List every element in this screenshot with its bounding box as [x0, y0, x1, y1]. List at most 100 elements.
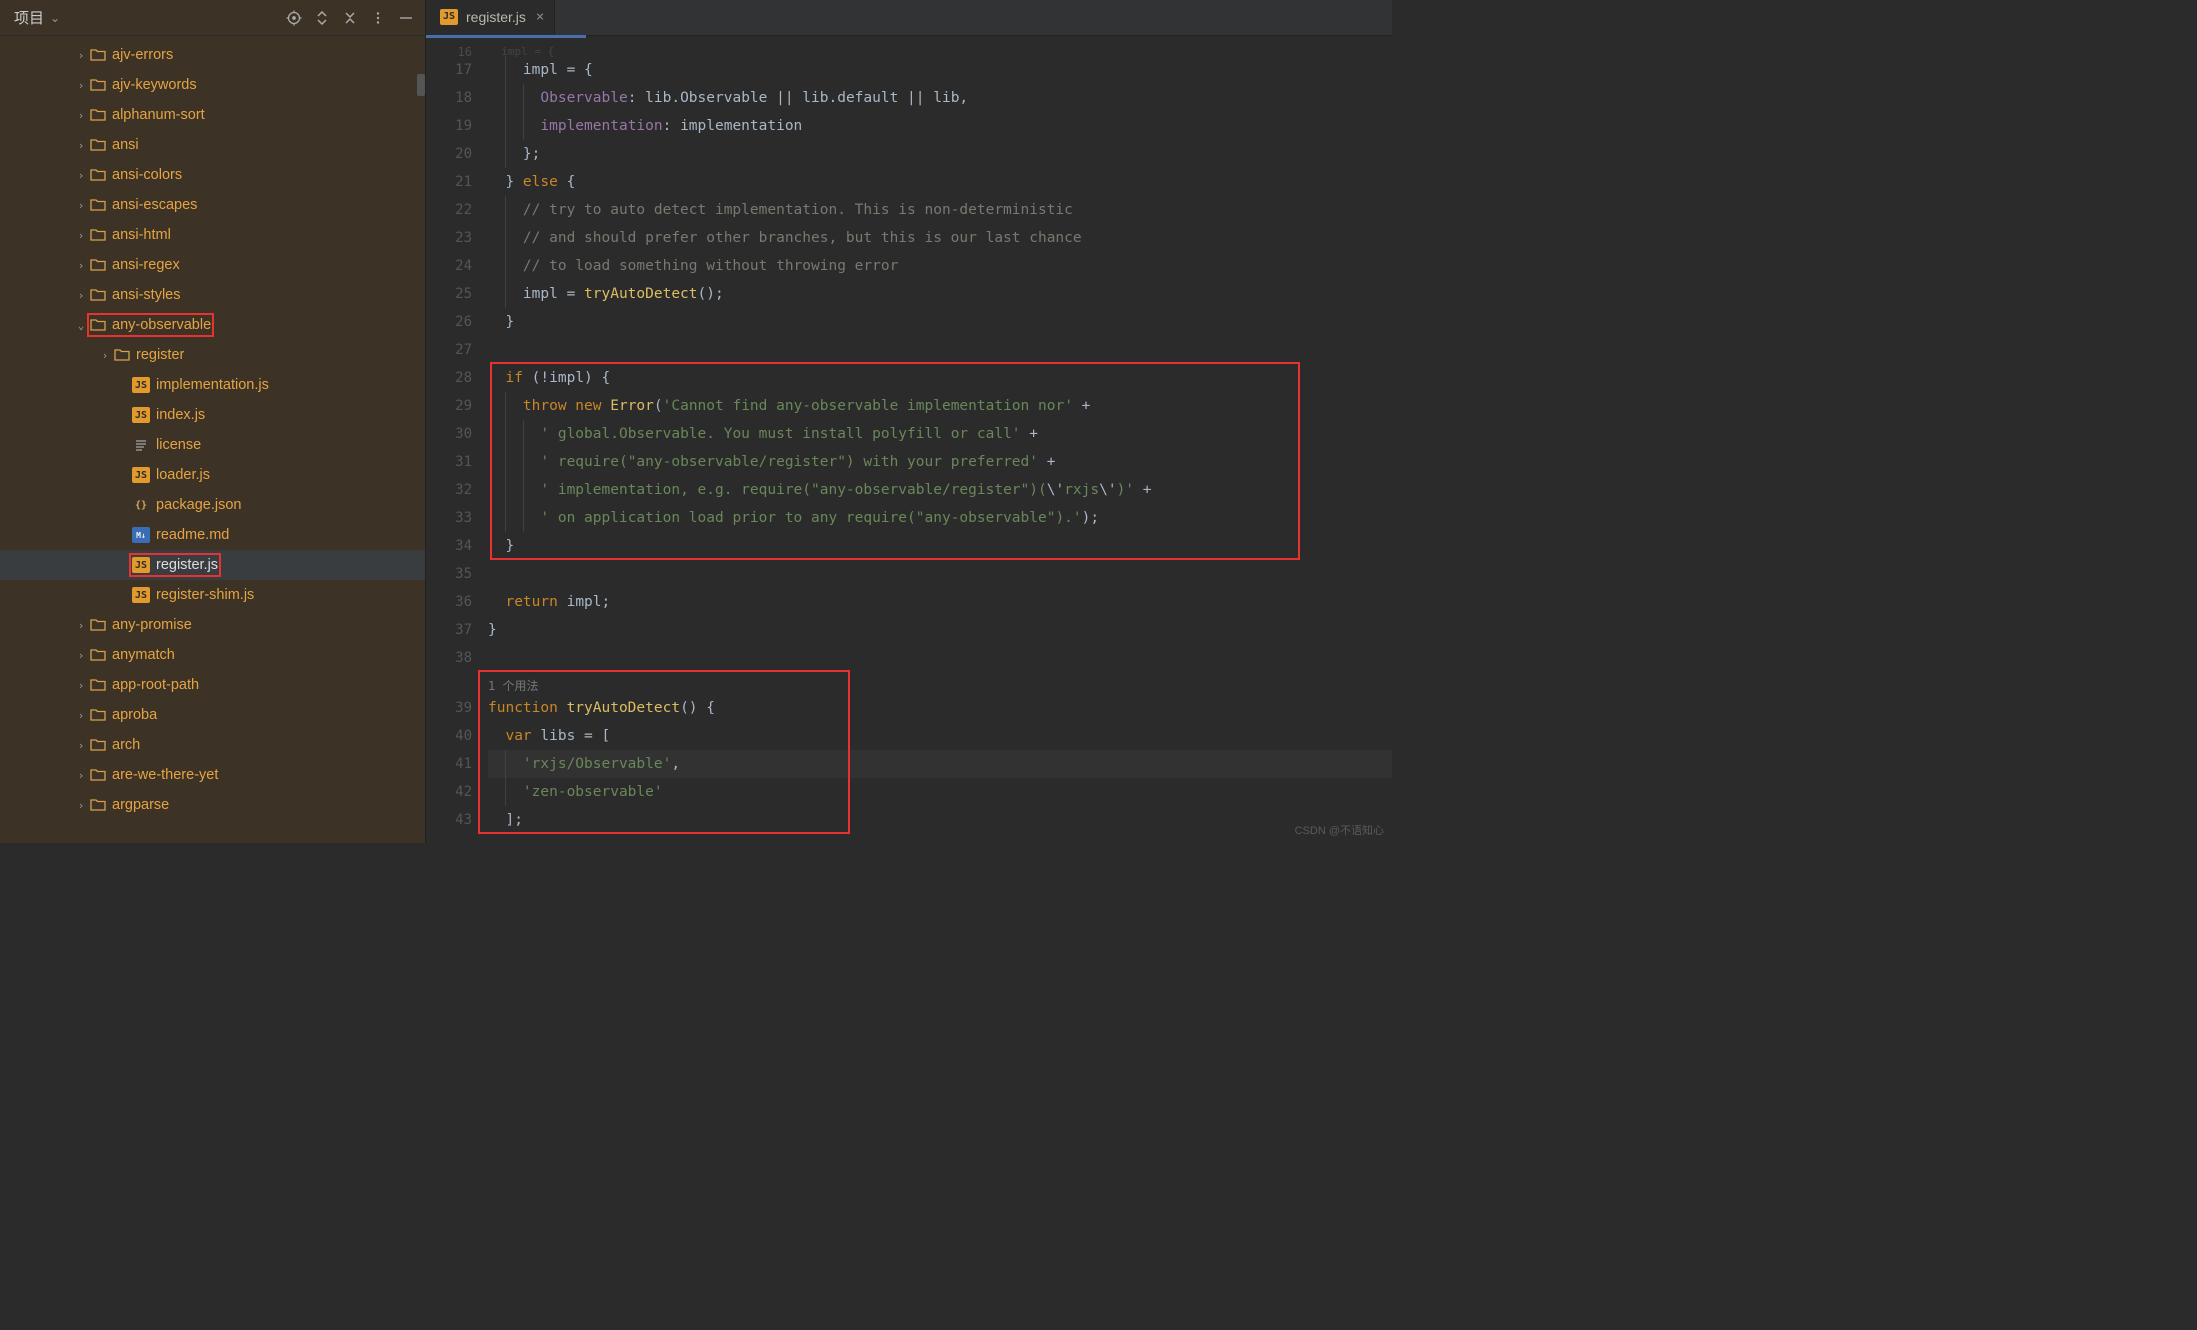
- markdown-file-icon: M↓: [132, 527, 150, 543]
- tab-bar: JS register.js ×: [426, 0, 1392, 36]
- folder-any-promise[interactable]: › any-promise: [0, 610, 425, 640]
- tree-item-label: implementation.js: [156, 377, 269, 393]
- code-line: throw new Error('Cannot find any-observa…: [488, 392, 1392, 420]
- folder-any-observable[interactable]: ⌄ any-observable: [0, 310, 425, 340]
- code-line: [488, 336, 1392, 364]
- folder-register[interactable]: › register: [0, 340, 425, 370]
- editor-body[interactable]: 1617181920212223242526272829303132333435…: [426, 36, 1392, 843]
- collapse-icon[interactable]: [339, 7, 361, 29]
- folder-icon: [90, 48, 106, 62]
- folder-ajv-errors[interactable]: › ajv-errors: [0, 40, 425, 70]
- folder-ansi-regex[interactable]: › ansi-regex: [0, 250, 425, 280]
- chevron-right-icon[interactable]: ›: [74, 649, 88, 662]
- line-number-gutter: 1617181920212223242526272829303132333435…: [426, 36, 482, 843]
- file-register-shim.js[interactable]: JSregister-shim.js: [0, 580, 425, 610]
- chevron-right-icon[interactable]: ›: [74, 709, 88, 722]
- line-number: 23: [426, 224, 472, 252]
- chevron-right-icon[interactable]: ›: [74, 199, 88, 212]
- tree-item-label: register-shim.js: [156, 587, 254, 603]
- code-line: };: [488, 140, 1392, 168]
- close-icon[interactable]: ×: [536, 9, 544, 25]
- chevron-right-icon[interactable]: ›: [74, 139, 88, 152]
- target-icon[interactable]: [283, 7, 305, 29]
- tree-item-label: ansi-escapes: [112, 197, 197, 213]
- line-number: 37: [426, 616, 472, 644]
- folder-ajv-keywords[interactable]: › ajv-keywords: [0, 70, 425, 100]
- minimize-icon[interactable]: [395, 7, 417, 29]
- tree-item-label: loader.js: [156, 467, 210, 483]
- file-readme.md[interactable]: M↓readme.md: [0, 520, 425, 550]
- expand-icon[interactable]: [311, 7, 333, 29]
- code-line: var libs = [: [488, 722, 1392, 750]
- line-number: 24: [426, 252, 472, 280]
- scrollbar-thumb[interactable]: [417, 74, 425, 96]
- folder-icon: [90, 198, 106, 212]
- chevron-right-icon[interactable]: ›: [74, 289, 88, 302]
- chevron-down-icon[interactable]: ⌄: [50, 11, 60, 25]
- chevron-right-icon[interactable]: ›: [98, 349, 112, 362]
- folder-alphanum-sort[interactable]: › alphanum-sort: [0, 100, 425, 130]
- active-tab-underline: [426, 35, 586, 38]
- line-number: 41: [426, 750, 472, 778]
- folder-app-root-path[interactable]: › app-root-path: [0, 670, 425, 700]
- folder-ansi-html[interactable]: › ansi-html: [0, 220, 425, 250]
- folder-are-we-there-yet[interactable]: › are-we-there-yet: [0, 760, 425, 790]
- json-file-icon: {}: [132, 497, 150, 513]
- tree-item-label: arch: [112, 737, 140, 753]
- sidebar-title[interactable]: 项目: [14, 7, 44, 28]
- line-number: 26: [426, 308, 472, 336]
- line-number: 19: [426, 112, 472, 140]
- file-license[interactable]: license: [0, 430, 425, 460]
- tab-register-js[interactable]: JS register.js ×: [426, 0, 555, 35]
- folder-argparse[interactable]: › argparse: [0, 790, 425, 820]
- chevron-right-icon[interactable]: ›: [74, 679, 88, 692]
- tree-item-label: index.js: [156, 407, 205, 423]
- chevron-down-icon[interactable]: ⌄: [74, 319, 88, 332]
- chevron-right-icon[interactable]: ›: [74, 769, 88, 782]
- line-number: 33: [426, 504, 472, 532]
- file-tree[interactable]: › ajv-errors› ajv-keywords› alphanum-sor…: [0, 36, 425, 843]
- file-register.js[interactable]: JSregister.js: [0, 550, 425, 580]
- folder-ansi-styles[interactable]: › ansi-styles: [0, 280, 425, 310]
- tree-item-label: ansi-html: [112, 227, 171, 243]
- project-sidebar: 项目 ⌄ › ajv-errors› ajv-keywords›: [0, 0, 426, 843]
- code-content[interactable]: impl = { impl = { Observable: lib.Observ…: [482, 36, 1392, 843]
- line-number: 40: [426, 722, 472, 750]
- code-line: [488, 644, 1392, 672]
- tree-item-label: anymatch: [112, 647, 175, 663]
- folder-icon: [90, 258, 106, 272]
- chevron-right-icon[interactable]: ›: [74, 619, 88, 632]
- folder-icon: [90, 318, 106, 332]
- chevron-right-icon[interactable]: ›: [74, 79, 88, 92]
- line-number: 18: [426, 84, 472, 112]
- line-number: 21: [426, 168, 472, 196]
- more-icon[interactable]: [367, 7, 389, 29]
- tree-item-label: ansi-styles: [112, 287, 181, 303]
- chevron-right-icon[interactable]: ›: [74, 49, 88, 62]
- code-line: }: [488, 532, 1392, 560]
- tree-item-label: ajv-errors: [112, 47, 173, 63]
- folder-icon: [90, 108, 106, 122]
- folder-ansi-colors[interactable]: › ansi-colors: [0, 160, 425, 190]
- chevron-right-icon[interactable]: ›: [74, 169, 88, 182]
- code-line: 'zen-observable': [488, 778, 1392, 806]
- file-loader.js[interactable]: JSloader.js: [0, 460, 425, 490]
- file-package.json[interactable]: {}package.json: [0, 490, 425, 520]
- chevron-right-icon[interactable]: ›: [74, 109, 88, 122]
- folder-anymatch[interactable]: › anymatch: [0, 640, 425, 670]
- folder-ansi[interactable]: › ansi: [0, 130, 425, 160]
- chevron-right-icon[interactable]: ›: [74, 229, 88, 242]
- chevron-right-icon[interactable]: ›: [74, 259, 88, 272]
- code-line: // to load something without throwing er…: [488, 252, 1392, 280]
- line-number: 30: [426, 420, 472, 448]
- file-index.js[interactable]: JSindex.js: [0, 400, 425, 430]
- file-implementation.js[interactable]: JSimplementation.js: [0, 370, 425, 400]
- js-file-icon: JS: [440, 9, 458, 25]
- folder-aproba[interactable]: › aproba: [0, 700, 425, 730]
- tree-item-label: ansi: [112, 137, 139, 153]
- tree-item-label: ansi-colors: [112, 167, 182, 183]
- chevron-right-icon[interactable]: ›: [74, 799, 88, 812]
- folder-ansi-escapes[interactable]: › ansi-escapes: [0, 190, 425, 220]
- chevron-right-icon[interactable]: ›: [74, 739, 88, 752]
- folder-arch[interactable]: › arch: [0, 730, 425, 760]
